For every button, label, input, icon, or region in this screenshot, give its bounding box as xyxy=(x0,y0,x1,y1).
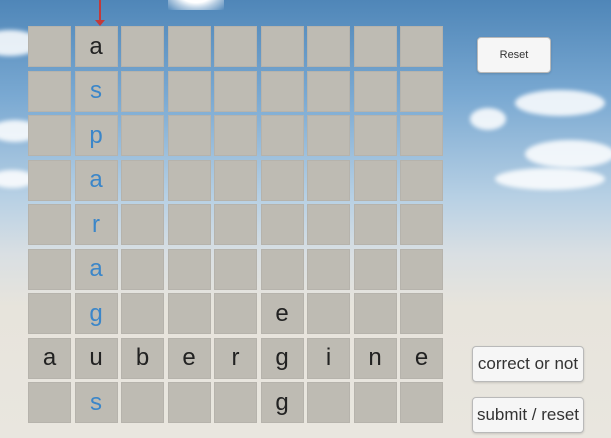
empty-tile[interactable] xyxy=(28,159,71,201)
cloud xyxy=(470,108,506,130)
letter-tile[interactable]: s xyxy=(74,382,118,423)
empty-tile[interactable] xyxy=(400,204,443,245)
letter-tile[interactable]: a xyxy=(28,337,71,379)
letter-tile[interactable]: g xyxy=(74,293,118,334)
sun xyxy=(168,0,224,10)
empty-tile[interactable] xyxy=(28,204,71,245)
empty-tile[interactable] xyxy=(400,293,443,334)
letter-tile[interactable]: e xyxy=(167,337,211,379)
crossword-grid: asparageauberginesg xyxy=(28,26,443,423)
empty-tile[interactable] xyxy=(214,70,257,112)
empty-tile[interactable] xyxy=(400,70,443,112)
letter-tile[interactable]: p xyxy=(74,115,118,156)
empty-tile[interactable] xyxy=(28,70,71,112)
empty-tile[interactable] xyxy=(28,26,71,67)
empty-tile[interactable] xyxy=(400,159,443,201)
empty-tile[interactable] xyxy=(28,293,71,334)
empty-tile[interactable] xyxy=(121,293,164,334)
reset-button[interactable]: Reset xyxy=(477,37,551,73)
empty-tile[interactable] xyxy=(307,204,350,245)
empty-tile[interactable] xyxy=(214,382,257,423)
empty-tile[interactable] xyxy=(167,293,211,334)
empty-tile[interactable] xyxy=(307,382,350,423)
letter-tile[interactable]: i xyxy=(307,337,350,379)
letter-tile[interactable]: g xyxy=(260,337,304,379)
cloud xyxy=(495,168,605,190)
empty-tile[interactable] xyxy=(400,115,443,156)
empty-tile[interactable] xyxy=(307,159,350,201)
letter-tile[interactable]: n xyxy=(353,337,397,379)
empty-tile[interactable] xyxy=(28,382,71,423)
empty-tile[interactable] xyxy=(214,248,257,290)
empty-tile[interactable] xyxy=(307,115,350,156)
arrow-down-icon xyxy=(95,0,105,26)
empty-tile[interactable] xyxy=(214,293,257,334)
letter-tile[interactable]: u xyxy=(74,337,118,379)
correct-or-not-button[interactable]: correct or not xyxy=(472,346,584,382)
empty-tile[interactable] xyxy=(260,26,304,67)
letter-tile[interactable]: e xyxy=(400,337,443,379)
empty-tile[interactable] xyxy=(307,293,350,334)
empty-tile[interactable] xyxy=(353,70,397,112)
letter-tile[interactable]: r xyxy=(74,204,118,245)
empty-tile[interactable] xyxy=(260,70,304,112)
empty-tile[interactable] xyxy=(121,204,164,245)
empty-tile[interactable] xyxy=(121,115,164,156)
empty-tile[interactable] xyxy=(260,159,304,201)
letter-tile[interactable]: r xyxy=(214,337,257,379)
empty-tile[interactable] xyxy=(121,70,164,112)
empty-tile[interactable] xyxy=(353,26,397,67)
empty-tile[interactable] xyxy=(121,382,164,423)
empty-tile[interactable] xyxy=(28,248,71,290)
letter-tile[interactable]: a xyxy=(74,159,118,201)
letter-tile[interactable]: e xyxy=(260,293,304,334)
empty-tile[interactable] xyxy=(353,115,397,156)
empty-tile[interactable] xyxy=(167,115,211,156)
submit-reset-button[interactable]: submit / reset xyxy=(472,397,584,433)
empty-tile[interactable] xyxy=(260,204,304,245)
letter-tile[interactable]: a xyxy=(74,248,118,290)
empty-tile[interactable] xyxy=(214,159,257,201)
empty-tile[interactable] xyxy=(214,26,257,67)
empty-tile[interactable] xyxy=(307,248,350,290)
empty-tile[interactable] xyxy=(353,204,397,245)
letter-tile[interactable]: g xyxy=(260,382,304,423)
empty-tile[interactable] xyxy=(167,26,211,67)
cloud xyxy=(515,90,605,116)
empty-tile[interactable] xyxy=(400,26,443,67)
empty-tile[interactable] xyxy=(121,248,164,290)
empty-tile[interactable] xyxy=(353,248,397,290)
empty-tile[interactable] xyxy=(167,159,211,201)
empty-tile[interactable] xyxy=(167,382,211,423)
empty-tile[interactable] xyxy=(214,204,257,245)
empty-tile[interactable] xyxy=(353,293,397,334)
empty-tile[interactable] xyxy=(28,115,71,156)
empty-tile[interactable] xyxy=(353,159,397,201)
letter-tile[interactable]: a xyxy=(74,26,118,67)
empty-tile[interactable] xyxy=(400,382,443,423)
empty-tile[interactable] xyxy=(353,382,397,423)
empty-tile[interactable] xyxy=(167,204,211,245)
letter-tile[interactable]: s xyxy=(74,70,118,112)
empty-tile[interactable] xyxy=(260,115,304,156)
empty-tile[interactable] xyxy=(400,248,443,290)
empty-tile[interactable] xyxy=(260,248,304,290)
empty-tile[interactable] xyxy=(121,26,164,67)
empty-tile[interactable] xyxy=(121,159,164,201)
empty-tile[interactable] xyxy=(167,248,211,290)
cloud xyxy=(525,140,611,168)
letter-tile[interactable]: b xyxy=(121,337,164,379)
empty-tile[interactable] xyxy=(167,70,211,112)
empty-tile[interactable] xyxy=(307,26,350,67)
empty-tile[interactable] xyxy=(307,70,350,112)
empty-tile[interactable] xyxy=(214,115,257,156)
